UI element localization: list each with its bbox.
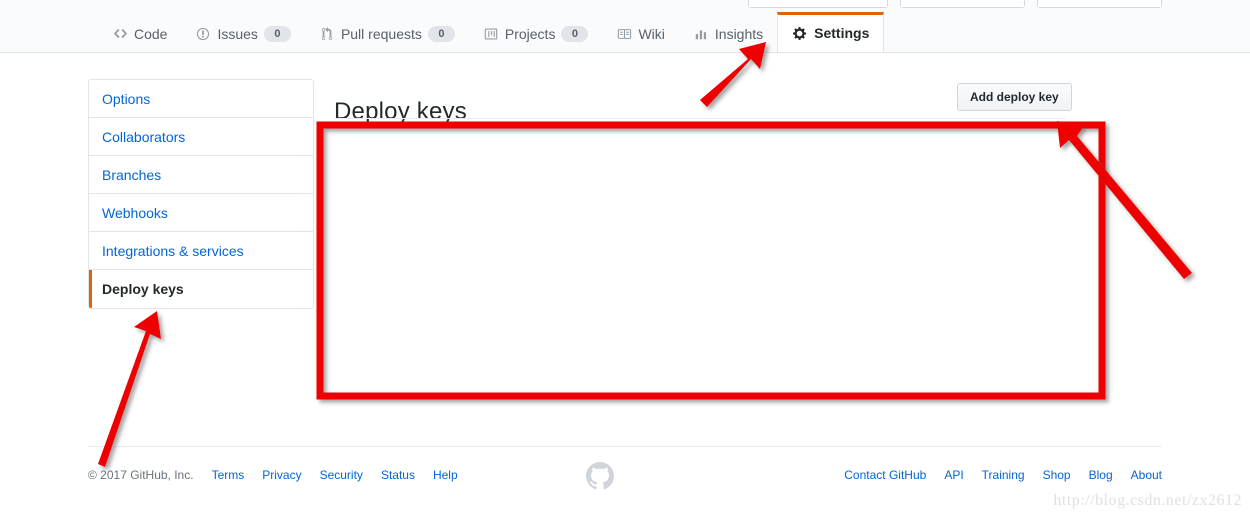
watch-button-group[interactable] [748, 0, 888, 8]
footer-right: Contact GitHub API Training Shop Blog Ab… [844, 468, 1162, 482]
gear-icon [792, 25, 808, 41]
title-divider [334, 118, 1066, 119]
github-settings-page: Code Issues 0 Pull requests 0 Projects 0… [0, 0, 1250, 520]
footer-link-api[interactable]: API [944, 468, 963, 482]
git-pull-request-icon [319, 26, 335, 42]
tab-wiki[interactable]: Wiki [602, 12, 678, 52]
star-count[interactable] [987, 0, 1024, 7]
add-deploy-key-button[interactable]: Add deploy key [957, 83, 1072, 111]
tab-insights[interactable]: Insights [679, 12, 777, 52]
footer-link-terms[interactable]: Terms [212, 468, 245, 482]
arrow-to-deploy-keys-item [98, 311, 161, 467]
footer-link-about[interactable]: About [1131, 468, 1162, 482]
watch-button[interactable] [749, 0, 849, 7]
watermark-text: http://blog.csdn.net/zx2612 [1053, 492, 1242, 509]
sidebar-item-branches[interactable]: Branches [89, 156, 313, 194]
tab-code[interactable]: Code [98, 12, 181, 52]
fork-button-group[interactable] [1037, 0, 1162, 8]
projects-count: 0 [561, 25, 589, 42]
footer-link-help[interactable]: Help [433, 468, 458, 482]
footer-link-security[interactable]: Security [320, 468, 363, 482]
footer-link-training[interactable]: Training [982, 468, 1025, 482]
pull-requests-count: 0 [427, 25, 455, 42]
star-button[interactable] [901, 0, 989, 7]
tab-projects[interactable]: Projects 0 [469, 12, 603, 52]
github-octocat-icon [586, 462, 614, 490]
sidebar-item-label: Options [102, 91, 151, 107]
footer-divider [88, 446, 1162, 447]
sidebar-item-label: Webhooks [102, 205, 168, 221]
tab-projects-label: Projects [504, 25, 556, 42]
sidebar-item-label: Collaborators [102, 129, 186, 145]
book-icon [616, 26, 632, 42]
repository-nav-list: Code Issues 0 Pull requests 0 Projects 0… [98, 12, 885, 52]
footer-link-status[interactable]: Status [381, 468, 415, 482]
footer-link-shop[interactable]: Shop [1043, 468, 1071, 482]
footer-link-privacy[interactable]: Privacy [262, 468, 301, 482]
star-button-group[interactable] [900, 0, 1025, 8]
settings-sidebar: Options Collaborators Branches Webhooks … [88, 79, 314, 309]
sidebar-item-webhooks[interactable]: Webhooks [89, 194, 313, 232]
fork-button[interactable] [1038, 0, 1126, 7]
tab-wiki-label: Wiki [638, 25, 665, 42]
repository-nav: Code Issues 0 Pull requests 0 Projects 0… [0, 12, 1250, 53]
sidebar-item-options[interactable]: Options [89, 80, 313, 118]
sidebar-item-label: Deploy keys [102, 281, 184, 297]
tab-issues-label: Issues [217, 25, 258, 42]
tab-settings-label: Settings [814, 25, 870, 41]
sidebar-item-integrations-services[interactable]: Integrations & services [89, 232, 313, 270]
graph-icon [693, 26, 709, 42]
tab-issues[interactable]: Issues 0 [181, 12, 304, 52]
code-icon [112, 26, 128, 42]
deploy-keys-list-container [322, 122, 1102, 396]
tab-pull-requests-label: Pull requests [340, 25, 422, 42]
tab-insights-label: Insights [714, 25, 764, 42]
issues-count: 0 [263, 25, 291, 42]
tab-settings[interactable]: Settings [777, 12, 885, 52]
sidebar-item-collaborators[interactable]: Collaborators [89, 118, 313, 156]
issue-opened-icon [195, 26, 211, 42]
top-strip [0, 0, 1250, 12]
footer-link-contact-github[interactable]: Contact GitHub [844, 468, 926, 482]
tab-code-label: Code [134, 25, 168, 42]
footer-left: © 2017 GitHub, Inc. Terms Privacy Securi… [88, 468, 458, 482]
sidebar-item-label: Integrations & services [102, 243, 244, 259]
copyright: © 2017 GitHub, Inc. [88, 468, 194, 482]
footer-link-blog[interactable]: Blog [1089, 468, 1113, 482]
sidebar-item-label: Branches [102, 167, 162, 183]
fork-count[interactable] [1124, 0, 1161, 7]
project-icon [483, 26, 499, 42]
tab-pull-requests[interactable]: Pull requests 0 [305, 12, 469, 52]
sidebar-item-deploy-keys[interactable]: Deploy keys [89, 270, 313, 308]
watch-count[interactable] [847, 0, 887, 7]
